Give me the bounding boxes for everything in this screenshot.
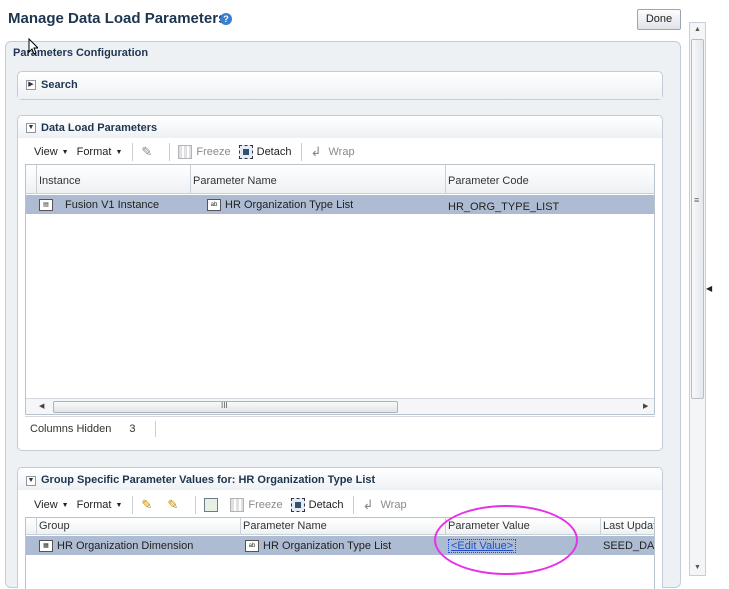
help-icon[interactable]: ? [220,13,232,25]
view-menu-label: View [34,499,58,511]
chevron-down-icon: ▼ [61,501,69,509]
toolbar-divider [353,496,355,514]
freeze-columns-icon [230,498,245,512]
parameter-name-cell: ab HR Organization Type List [241,536,446,555]
column-header-instance[interactable]: Instance [37,165,191,194]
table-horizontal-scrollbar[interactable]: ◀ III ▶ [26,398,654,414]
page-title: Manage Data Load Parameters [8,10,227,27]
wrap-label: Wrap [328,146,355,158]
collapse-pane-handle-icon[interactable]: ◀ [706,281,714,297]
wrap-button[interactable]: ↲ Wrap [362,498,406,512]
toolbar-divider [301,143,303,161]
group-value: HR Organization Dimension [57,539,194,552]
detach-button[interactable]: Detach [238,145,292,159]
columns-hidden-label: Columns Hidden [30,422,112,435]
data-load-parameters-section: ▼ Data Load Parameters View ▼ Format ▼ ✎ F… [17,115,663,451]
instance-cell: ▤ Fusion V1 Instance [37,195,191,214]
scroll-down-arrow-icon[interactable]: ▼ [690,561,705,575]
format-menu-label: Format [76,499,112,511]
format-menu[interactable]: Format ▼ [77,499,123,511]
highlight-annotation [434,505,578,575]
chevron-down-icon: ▼ [61,148,69,156]
scrollbar-thumb[interactable] [691,39,704,399]
dimension-icon: ▦ [39,539,53,552]
view-menu[interactable]: View ▼ [34,499,69,511]
freeze-label: Freeze [248,499,283,511]
text-field-icon: ab [207,198,221,211]
view-menu-label: View [34,146,58,158]
pencil-icon: ✎ [141,144,153,159]
data-load-collapse-icon[interactable]: ▼ [26,123,36,133]
group-cell: ▦ HR Organization Dimension [37,536,241,555]
edit-all-button[interactable]: ✎ [167,498,185,512]
done-button[interactable]: Done [637,9,681,30]
column-header-parameter-name[interactable]: Parameter Name [241,518,446,535]
data-load-section-title: Data Load Parameters [41,122,158,134]
wrap-text-icon: ↲ [310,144,322,159]
freeze-columns-icon [178,145,193,159]
page-vertical-scrollbar[interactable]: ▲ ≡ ▼ [689,22,706,576]
scroll-right-arrow-icon[interactable]: ▶ [643,402,648,410]
wrap-button[interactable]: ↲ Wrap [310,145,354,159]
toolbar-divider [195,496,197,514]
columns-hidden-status: Columns Hidden 3 [25,416,655,440]
filter-icon [204,498,219,512]
format-menu[interactable]: Format ▼ [77,146,123,158]
columns-hidden-count: 3 [129,422,136,435]
toolbar-divider [169,143,171,161]
detach-icon [290,498,305,512]
scroll-up-arrow-icon[interactable]: ▲ [690,23,705,37]
edit-button[interactable]: ✎ [141,145,159,159]
parameter-name-cell: ab HR Organization Type List [191,195,446,214]
detach-button[interactable]: Detach [290,498,344,512]
mouse-cursor-icon [28,38,38,55]
data-load-table: Instance Parameter Name Parameter Code ▤… [25,164,655,415]
wrap-text-icon: ↲ [362,497,374,512]
chevron-down-icon: ▼ [115,501,123,509]
row-header-column [26,518,37,535]
scroll-left-arrow-icon[interactable]: ◀ [39,402,44,410]
view-menu[interactable]: View ▼ [34,146,69,158]
parameter-name-value: HR Organization Type List [263,539,392,552]
detach-icon [238,145,253,159]
wrap-label: Wrap [380,499,407,511]
detach-label: Detach [308,499,344,511]
group-specific-section-title: Group Specific Parameter Values for: HR … [41,474,376,486]
search-section: ▶ Search [17,71,663,100]
scroll-grip-icon: III [221,401,228,410]
freeze-button[interactable]: Freeze [230,498,283,512]
toolbar-divider [132,143,134,161]
search-section-title[interactable]: Search [41,79,78,91]
query-by-example-button[interactable] [204,498,222,512]
instance-value: Fusion V1 Instance [65,198,160,211]
multi-pencil-icon: ✎ [167,497,179,512]
row-header-column [26,165,37,194]
text-field-icon: ab [245,539,259,552]
toolbar-divider [132,496,134,514]
parameter-code-cell: HR_ORG_TYPE_LIST [448,200,560,213]
format-menu-label: Format [76,146,112,158]
column-header-last-updated[interactable]: Last Updat [601,518,654,535]
instance-icon: ▤ [39,198,53,211]
column-header-parameter-code[interactable]: Parameter Code [446,165,654,194]
data-load-toolbar: View ▼ Format ▼ ✎ Freeze Detach ↲ Wrap [34,140,363,164]
edit-button[interactable]: ✎ [141,498,159,512]
detach-label: Detach [256,146,292,158]
column-header-group[interactable]: Group [37,518,241,535]
status-divider [155,420,157,437]
parameter-name-value: HR Organization Type List [225,198,354,211]
freeze-button[interactable]: Freeze [178,145,231,159]
column-header-parameter-name[interactable]: Parameter Name [191,165,446,194]
group-specific-toolbar: View ▼ Format ▼ ✎ ✎ Freeze Detach ↲ Wrap [34,493,415,517]
group-specific-collapse-icon[interactable]: ▼ [26,476,36,486]
chevron-down-icon: ▼ [115,148,123,156]
scrollbar-grip-icon: ≡ [694,195,700,205]
last-updated-cell: SEED_DAT/ [603,539,654,552]
search-expand-icon[interactable]: ▶ [26,80,36,90]
pencil-icon: ✎ [141,497,153,512]
freeze-label: Freeze [196,146,231,158]
